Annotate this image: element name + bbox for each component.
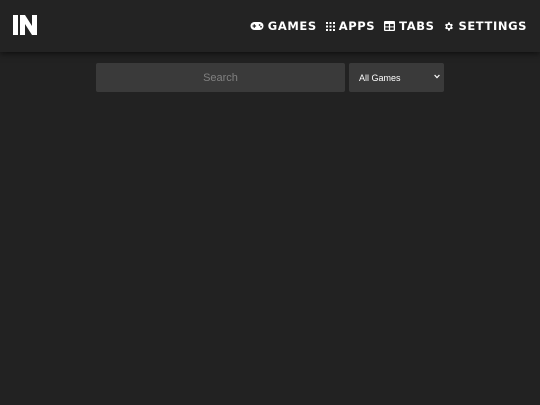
game-filter-select[interactable]: All Games xyxy=(349,63,444,92)
main-nav: GAMES APPS TABS SETTINGS xyxy=(250,0,527,52)
search-input[interactable] xyxy=(96,63,345,92)
nav-apps-label: APPS xyxy=(338,19,376,33)
table-icon xyxy=(384,21,396,31)
nav-settings-label: SETTINGS xyxy=(458,19,527,33)
logo-mark xyxy=(13,15,37,35)
nav-games-label: GAMES xyxy=(267,19,317,33)
logo[interactable] xyxy=(13,15,37,35)
search-row: All Games xyxy=(96,63,444,92)
grid-dots-icon xyxy=(325,21,335,31)
gear-icon xyxy=(443,21,454,32)
nav-apps[interactable]: APPS xyxy=(325,19,376,33)
nav-tabs-label: TABS xyxy=(399,19,435,33)
top-bar: GAMES APPS TABS SETTINGS xyxy=(0,0,540,52)
nav-games[interactable]: GAMES xyxy=(250,19,317,33)
gamepad-icon xyxy=(250,21,264,31)
nav-settings[interactable]: SETTINGS xyxy=(443,19,527,33)
game-filter-value: All Games xyxy=(359,72,401,83)
nav-tabs[interactable]: TABS xyxy=(384,19,434,33)
chevron-down-icon xyxy=(434,74,440,79)
